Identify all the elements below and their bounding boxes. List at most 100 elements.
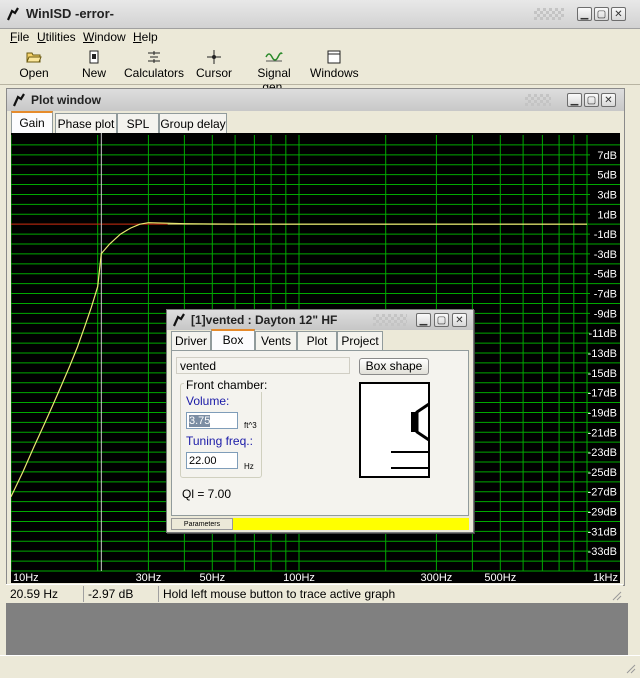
y-tick-label: -1dB <box>594 229 617 241</box>
dialog-minimize-button[interactable]: ▁ <box>416 313 431 327</box>
signal-gen-button[interactable]: Signal gen. <box>244 48 304 94</box>
volume-input[interactable]: 3.75 <box>186 412 238 429</box>
y-tick-label: 5dB <box>597 170 617 182</box>
y-tick-label: -23dB <box>588 447 617 459</box>
tuning-freq-input[interactable]: 22.00 <box>186 452 238 469</box>
open-button[interactable]: Open <box>14 48 54 84</box>
tuning-freq-unit: Hz <box>244 462 254 471</box>
y-tick-label: -29dB <box>588 507 617 519</box>
cursor-button-label: Cursor <box>195 66 232 80</box>
menu-window-label: indow <box>94 30 126 44</box>
status-bar: 20.59 Hz -2.97 dB Hold left mouse button… <box>6 584 623 603</box>
plot-minimize-button[interactable]: ▁ <box>567 93 582 107</box>
plot-close-button[interactable]: ✕ <box>601 93 616 107</box>
windows-button-label: Windows <box>310 66 359 80</box>
y-tick-label: -25dB <box>588 467 617 479</box>
maximize-icon: ▢ <box>596 9 607 20</box>
calculators-button-label: Calculators <box>124 66 185 80</box>
tab-gain[interactable]: Gain <box>11 111 53 133</box>
new-document-icon <box>89 50 99 64</box>
dialog-maximize-button[interactable]: ▢ <box>434 313 449 327</box>
close-icon: ✕ <box>604 95 613 106</box>
volume-unit: ft^3 <box>244 421 257 430</box>
maximize-button[interactable]: ▢ <box>594 7 609 21</box>
dialog-tab-driver-label: Driver <box>175 334 207 348</box>
open-button-label: Open <box>19 66 49 80</box>
box-dialog-titlebar[interactable]: [1]vented : Dayton 12" HF ▁ ▢ ✕ <box>167 310 473 330</box>
menu-help-label: elp <box>141 30 158 44</box>
folder-open-icon <box>26 52 42 63</box>
tab-phase-plot[interactable]: Phase plot <box>55 113 117 133</box>
status-hint: Hold left mouse button to trace active g… <box>163 587 396 601</box>
dialog-tab-vents[interactable]: Vents <box>255 331 297 350</box>
dialog-tab-driver[interactable]: Driver <box>171 331 211 350</box>
dialog-close-button[interactable]: ✕ <box>452 313 467 327</box>
calculators-button[interactable]: Calculators <box>124 48 184 84</box>
main-statusbar <box>0 655 640 678</box>
maximize-icon: ▢ <box>436 315 447 326</box>
tuning-freq-label: Tuning freq.: <box>186 434 253 448</box>
resize-grip-icon[interactable] <box>610 589 622 601</box>
calculator-icon <box>148 51 160 63</box>
y-tick-label: -17dB <box>588 388 617 400</box>
y-tick-label: 1dB <box>597 209 617 221</box>
menu-utilities[interactable]: Utilities <box>37 28 76 46</box>
box-tab-panel: vented Box shape Front chamber: Volume: … <box>171 350 469 516</box>
box-type-select[interactable]: vented <box>176 357 350 374</box>
main-titlebar[interactable]: WinISD -error- ▁ ▢ ✕ <box>0 0 640 29</box>
dialog-tab-box[interactable]: Box <box>211 329 255 350</box>
x-tick-label: 100Hz <box>283 572 315 583</box>
close-icon: ✕ <box>614 9 623 20</box>
dialog-tab-plot[interactable]: Plot <box>297 331 337 350</box>
windows-button[interactable]: Windows <box>310 48 359 84</box>
box-shape-preview <box>359 382 430 478</box>
y-tick-label: 7dB <box>597 150 617 162</box>
tab-spl-label: SPL <box>126 117 150 131</box>
box-shape-button[interactable]: Box shape <box>359 358 429 375</box>
minimize-icon: ▁ <box>580 9 589 20</box>
menu-file[interactable]: File <box>10 28 29 46</box>
plot-maximize-button[interactable]: ▢ <box>584 93 599 107</box>
minimize-icon: ▁ <box>419 315 428 326</box>
parameters-warning-bar <box>233 518 469 530</box>
dialog-tab-plot-label: Plot <box>306 334 328 348</box>
cursor-button[interactable]: Cursor <box>194 48 234 84</box>
window-icon <box>327 50 341 64</box>
menu-file-label: ile <box>17 30 30 44</box>
plot-window-icon <box>12 93 25 107</box>
plot-window-titlebar[interactable]: Plot window ▁ ▢ ✕ <box>7 89 624 111</box>
minimize-button[interactable]: ▁ <box>577 7 592 21</box>
main-resize-grip-icon[interactable] <box>624 662 636 674</box>
new-button[interactable]: New <box>74 48 114 84</box>
dialog-titlebar-decoration <box>373 314 407 326</box>
box-dialog-title: [1]vented : Dayton 12" HF <box>191 313 338 327</box>
x-tick-label: 50Hz <box>199 572 225 583</box>
dialog-tab-vents-label: Vents <box>260 334 292 348</box>
menu-help[interactable]: Help <box>133 28 158 46</box>
menu-window[interactable]: Window <box>83 28 126 46</box>
ql-value: Ql = 7.00 <box>182 487 232 501</box>
menu-window-accel: W <box>83 30 95 44</box>
tab-spl[interactable]: SPL <box>117 113 159 133</box>
sine-wave-icon <box>265 52 283 62</box>
close-button[interactable]: ✕ <box>611 7 626 21</box>
mdi-workspace <box>6 603 628 655</box>
minimize-icon: ▁ <box>570 95 579 106</box>
dialog-icon <box>172 313 185 327</box>
x-tick-label: 30Hz <box>136 572 162 583</box>
titlebar-decoration <box>534 8 564 20</box>
parameters-label: Parameters <box>171 518 233 530</box>
y-tick-label: 3dB <box>597 189 617 201</box>
y-tick-label: -5dB <box>594 269 617 281</box>
y-tick-label: -7dB <box>594 289 617 301</box>
menu-bar: File Utilities Window Help <box>0 28 640 46</box>
volume-label: Volume: <box>186 394 230 408</box>
x-tick-label: 300Hz <box>421 572 453 583</box>
y-tick-label: -27dB <box>588 487 617 499</box>
plot-window-title: Plot window <box>31 93 101 107</box>
dialog-tab-project-label: Project <box>341 334 379 348</box>
tab-group-delay[interactable]: Group delay <box>159 113 227 133</box>
dialog-tab-box-label: Box <box>222 333 244 347</box>
y-tick-label: -11dB <box>588 328 617 340</box>
dialog-tab-project[interactable]: Project <box>337 331 383 350</box>
